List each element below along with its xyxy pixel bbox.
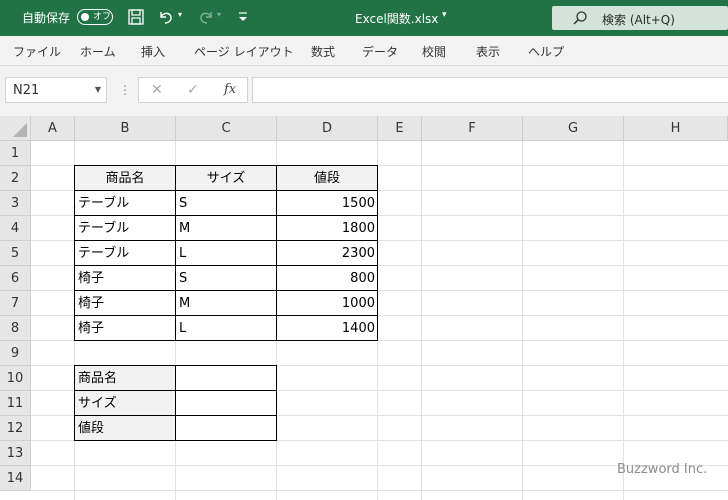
tab-home[interactable]: ホーム [80,43,116,60]
redo-dropdown-icon: ▾ [217,10,222,19]
lookup-result-price[interactable] [175,415,277,441]
row-header-14[interactable]: 14 [0,466,31,491]
table-cell-size[interactable]: L [175,315,277,341]
lookup-label-product[interactable]: 商品名 [74,365,176,391]
row-header-12[interactable]: 12 [0,416,31,441]
row-header-3[interactable]: 3 [0,191,31,216]
search-placeholder: 検索 (Alt+Q) [602,13,675,27]
customize-qat-icon[interactable] [237,9,249,28]
row-header-1[interactable]: 1 [0,141,31,166]
table-cell-size[interactable]: L [175,240,277,266]
row-header-8[interactable]: 8 [0,316,31,341]
lookup-input-size[interactable] [175,390,277,416]
table-cell-product[interactable]: 椅子 [74,265,176,291]
name-box[interactable]: N21 ▼ [5,77,107,103]
gridline [522,141,523,500]
lookup-input-product[interactable] [175,365,277,391]
tab-help[interactable]: ヘルプ [528,43,564,60]
column-header-d[interactable]: D [277,116,378,141]
tab-view[interactable]: 表示 [476,43,500,60]
column-header-c[interactable]: C [176,116,277,141]
table-cell-price[interactable]: 800 [276,265,378,291]
tab-page-layout[interactable]: ページ レイアウト [194,43,294,60]
toggle-knob [81,13,89,21]
column-header-b[interactable]: B [75,116,176,141]
table-cell-price[interactable]: 1800 [276,215,378,241]
row-header-5[interactable]: 5 [0,241,31,266]
table-header-product[interactable]: 商品名 [74,165,176,191]
column-header-g[interactable]: G [523,116,624,141]
table-cell-size[interactable]: S [175,265,277,291]
ribbon-tabs: ファイル ホーム 挿入 ページ レイアウト 数式 データ 校閲 表示 ヘルプ [0,36,728,66]
table-cell-price[interactable]: 1500 [276,190,378,216]
search-box[interactable]: 検索 (Alt+Q) [552,6,728,30]
title-bar: 自動保存 オフ ▾ ▾ Excel関数.xlsx ▾ 検索 (Alt+Q) [0,0,728,36]
row-header-13[interactable]: 13 [0,441,31,466]
table-header-price[interactable]: 値段 [276,165,378,191]
autosave-label: 自動保存 [22,11,71,25]
lookup-label-price[interactable]: 値段 [74,415,176,441]
file-name-caret-icon[interactable]: ▾ [442,10,447,20]
table-cell-product[interactable]: 椅子 [74,315,176,341]
row-header-6[interactable]: 6 [0,266,31,291]
redo-icon [196,8,216,30]
file-name[interactable]: Excel関数.xlsx [355,10,438,27]
column-header-f[interactable]: F [422,116,523,141]
name-box-dropdown-icon[interactable]: ▼ [95,85,101,94]
tab-insert[interactable]: 挿入 [141,43,165,60]
search-icon [572,10,588,30]
column-header-h[interactable]: H [624,116,728,141]
table-cell-size[interactable]: M [175,215,277,241]
table-cell-size[interactable]: S [175,190,277,216]
table-header-size[interactable]: サイズ [175,165,277,191]
gridline [623,141,624,500]
column-header-e[interactable]: E [378,116,422,141]
formula-buttons: ✕ ✓ fx [138,77,248,103]
table-cell-product[interactable]: テーブル [74,190,176,216]
gridline [31,490,728,491]
undo-icon[interactable] [156,8,176,30]
select-all-icon [13,123,27,137]
insert-function-icon[interactable]: fx [224,82,236,97]
watermark: Buzzword Inc. [617,462,708,477]
table-cell-price[interactable]: 1400 [276,315,378,341]
row-header-7[interactable]: 7 [0,291,31,316]
undo-dropdown-icon[interactable]: ▾ [178,10,182,19]
tab-data[interactable]: データ [362,43,398,60]
row-header-10[interactable]: 10 [0,366,31,391]
table-cell-product[interactable]: 椅子 [74,290,176,316]
row-header-11[interactable]: 11 [0,391,31,416]
table-cell-product[interactable]: テーブル [74,215,176,241]
lookup-label-size[interactable]: サイズ [74,390,176,416]
gridline [421,141,422,500]
autosave-toggle[interactable]: オフ [77,9,113,25]
row-header-4[interactable]: 4 [0,216,31,241]
table-cell-price[interactable]: 1000 [276,290,378,316]
table-cell-size[interactable]: M [175,290,277,316]
row-header-2[interactable]: 2 [0,166,31,191]
table-cell-product[interactable]: テーブル [74,240,176,266]
worksheet-grid[interactable]: A B C D E F G H 1 2 3 4 5 6 7 8 9 10 11 … [0,116,728,500]
enter-icon[interactable]: ✓ [187,82,199,98]
formula-input[interactable] [252,77,728,103]
table-cell-price[interactable]: 2300 [276,240,378,266]
tab-formulas[interactable]: 数式 [311,43,335,60]
save-icon[interactable] [127,8,145,30]
autosave-state: オフ [93,12,112,22]
tab-file[interactable]: ファイル [13,43,61,60]
row-header-9[interactable]: 9 [0,341,31,366]
formula-bar: N21 ▼ ⋮ ✕ ✓ fx [0,66,728,116]
formula-bar-grip-icon[interactable]: ⋮ [119,83,131,97]
select-all-corner[interactable] [0,116,31,141]
name-box-value: N21 [13,83,40,98]
cancel-icon[interactable]: ✕ [151,82,163,98]
column-header-a[interactable]: A [31,116,75,141]
tab-review[interactable]: 校閲 [422,43,446,60]
